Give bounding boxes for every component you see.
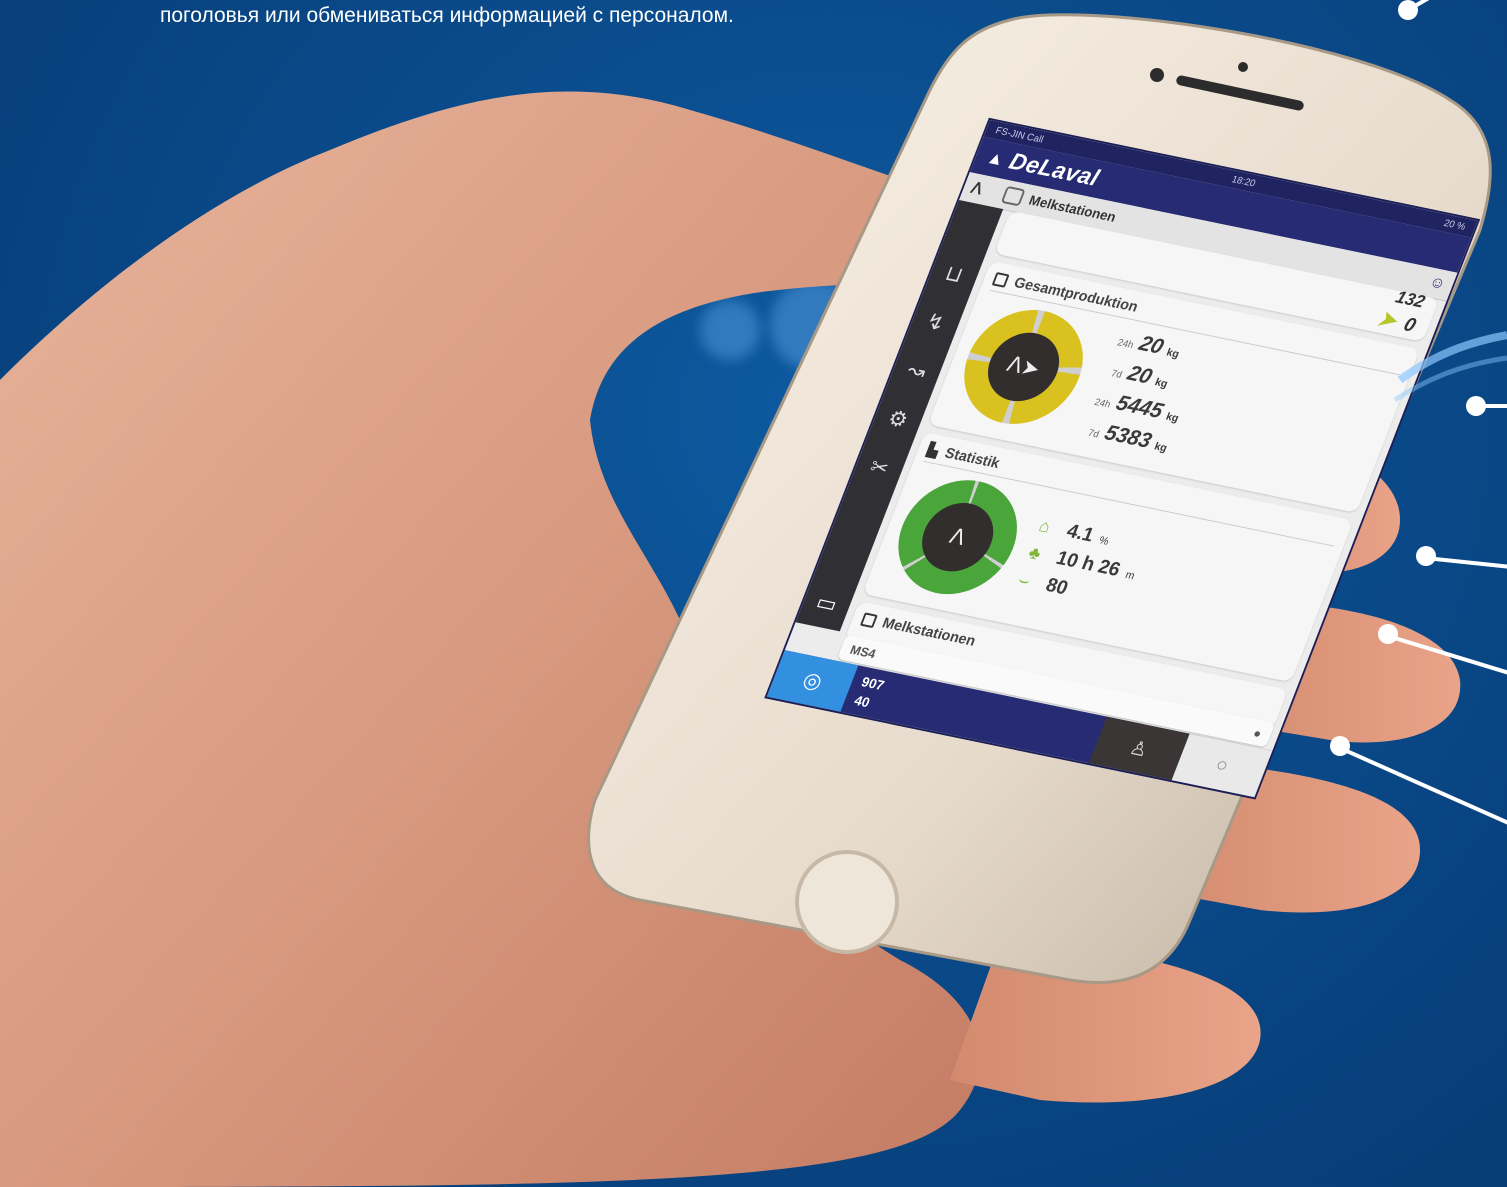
cow-icon[interactable]: ᐱ	[968, 178, 985, 199]
production-ring: ᐱ➤	[946, 299, 1101, 435]
gear-icon[interactable]: ⚙	[879, 403, 917, 437]
row-unit: kg	[1153, 376, 1170, 391]
kpi-unit: m	[1123, 568, 1137, 582]
row-unit: kg	[1164, 346, 1181, 361]
phone-camera	[1150, 68, 1164, 82]
row-label: 24h	[1092, 397, 1112, 411]
arrow-icon: ➤	[1374, 305, 1401, 333]
station-icon	[860, 611, 879, 628]
user-icon[interactable]: ☺	[1426, 274, 1448, 294]
bar-chart-icon: ▙	[925, 441, 942, 459]
statistics-ring: ᐱ	[880, 469, 1035, 605]
phone-home-button[interactable]	[795, 850, 899, 954]
cow-milking-icon: ᐱ➤	[977, 326, 1070, 408]
tool-icon[interactable]: ✂	[860, 451, 898, 485]
row-label: 7d	[1086, 427, 1101, 441]
statistics-values: ⌂ 4.1 % ♣ 10 h 26 m ⌣ 80	[1015, 514, 1150, 611]
search-input-value: MS4	[848, 641, 879, 661]
row-label: 24h	[1115, 337, 1136, 352]
row-value: 5445	[1112, 390, 1167, 423]
kpi-value: 4.1	[1063, 520, 1098, 546]
gauge-icon: ◎	[799, 667, 827, 694]
circle-icon: ○	[1212, 753, 1232, 777]
person-icon: ♙	[1126, 736, 1152, 761]
cow-run-icon[interactable]: ↯	[916, 306, 954, 340]
kpi-unit: %	[1097, 534, 1111, 548]
lock-icon	[991, 271, 1010, 288]
wash-icon[interactable]: ⊔	[935, 257, 973, 291]
clock-label: 18:20	[1230, 173, 1258, 189]
row-label: 7d	[1109, 368, 1124, 381]
screen-surface: FS-JIN Call 18:20 20 % ▲ DeLaval ᐱ Melks…	[766, 120, 1478, 798]
station-icon	[1000, 185, 1026, 207]
house-icon: ⌂	[1036, 515, 1054, 536]
phone-screen: FS-JIN Call 18:20 20 % ▲ DeLaval ᐱ Melks…	[0, 0, 1507, 1187]
microphone-icon[interactable]: ●	[1251, 725, 1264, 740]
cow-walk-icon[interactable]: ↝	[897, 354, 935, 388]
phone-sensor	[1238, 62, 1248, 72]
row-value: 20	[1135, 330, 1168, 359]
production-values: 24h 20 kg 7d 20 kg 24h 5445 kg 7d 5383 k…	[1073, 325, 1207, 457]
cow-icon: ᐱ	[911, 496, 1004, 578]
callout-line	[1476, 404, 1507, 408]
row-unit: kg	[1152, 440, 1169, 455]
row-value: 20	[1124, 360, 1156, 389]
kpi-value: 80	[1042, 573, 1072, 599]
summary-value-2: 0	[1400, 313, 1419, 337]
cow-lying-icon: ⌣	[1015, 569, 1034, 591]
row-unit: kg	[1164, 410, 1181, 425]
row-value: 5383	[1101, 420, 1156, 453]
battery-label: 20 %	[1442, 217, 1468, 233]
herd-icon: ♣	[1026, 542, 1045, 564]
delaval-logo-icon: ▲	[984, 146, 1009, 170]
